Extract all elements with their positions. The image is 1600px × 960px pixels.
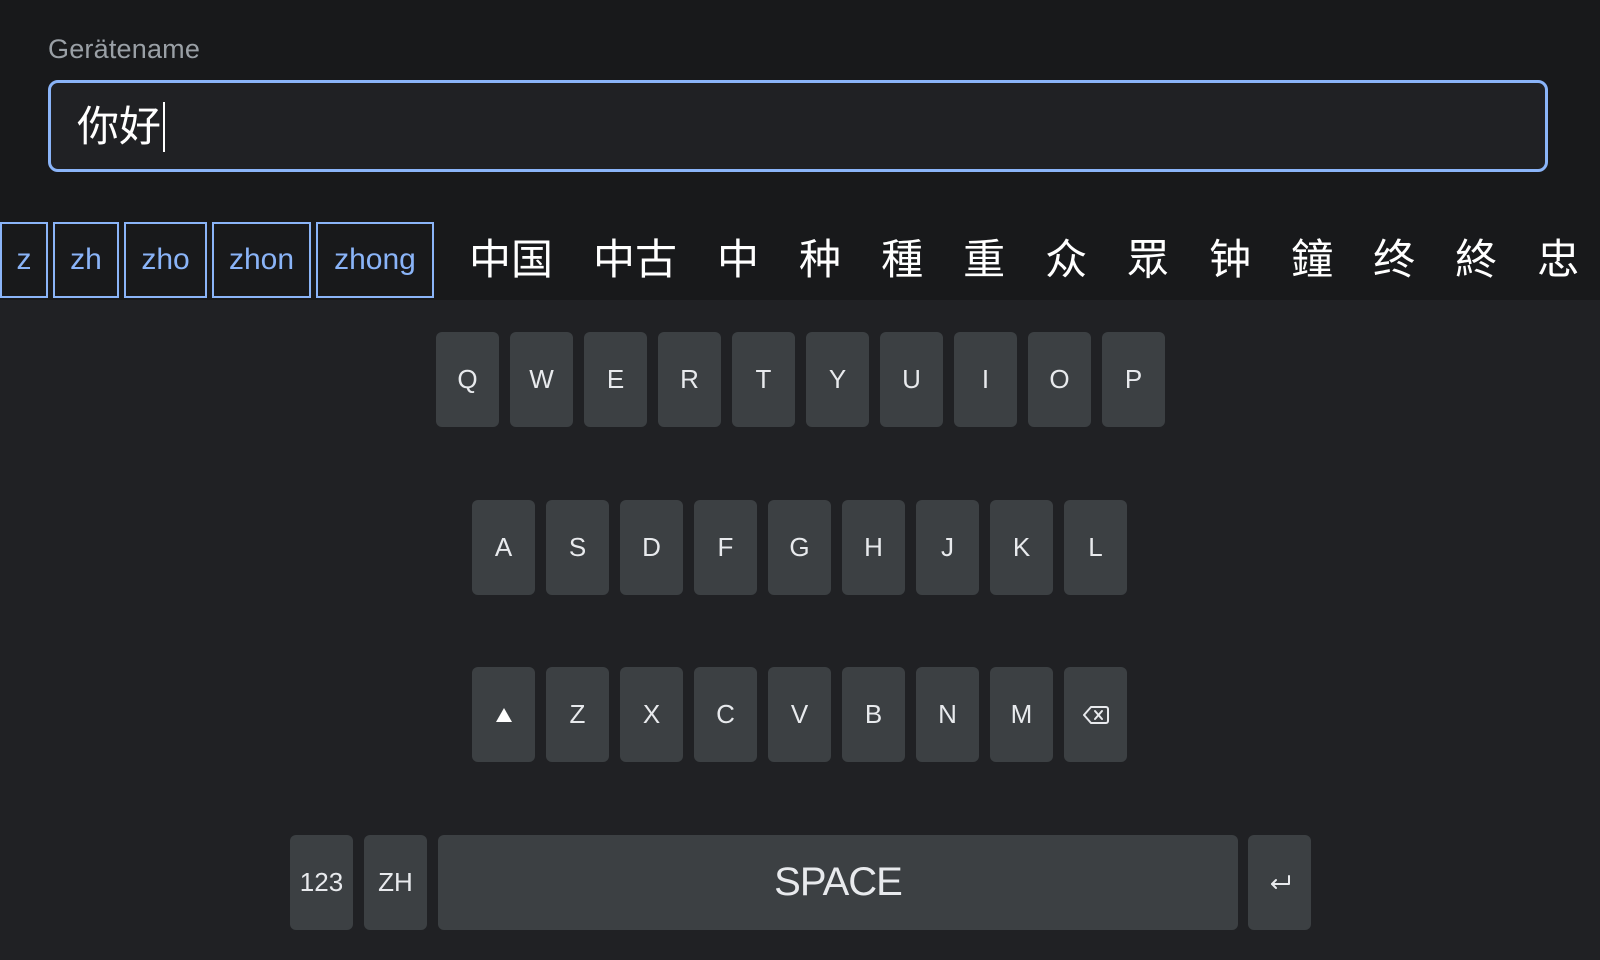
key-b[interactable]: B [842, 667, 905, 762]
text-caret [163, 102, 166, 152]
key-a[interactable]: A [472, 500, 535, 595]
candidate[interactable]: 終 [1455, 222, 1497, 298]
backspace-icon [1082, 705, 1109, 724]
key-y[interactable]: Y [806, 332, 869, 427]
enter-icon [1270, 874, 1290, 889]
candidate[interactable]: 忠 [1537, 222, 1579, 298]
key-q[interactable]: Q [436, 332, 499, 427]
space-key[interactable]: SPACE [438, 835, 1238, 930]
key-m[interactable]: M [990, 667, 1053, 762]
field-label: Gerätename [48, 34, 201, 64]
key-w[interactable]: W [510, 332, 573, 427]
key-u[interactable]: U [880, 332, 943, 427]
candidate[interactable]: 眾 [1127, 222, 1169, 298]
key-v[interactable]: V [768, 667, 831, 762]
key-s[interactable]: S [546, 500, 609, 595]
key-n[interactable]: N [916, 667, 979, 762]
key-r[interactable]: R [658, 332, 721, 427]
backspace-key[interactable] [1064, 667, 1127, 762]
shift-key[interactable] [472, 667, 535, 762]
input-area: Gerätename 你好 z zh zho zhon zhong 中国 中古 … [0, 0, 1600, 300]
key-k[interactable]: K [990, 500, 1053, 595]
enter-key[interactable] [1248, 835, 1311, 930]
candidate[interactable]: 種 [881, 222, 923, 298]
pinyin-chip[interactable]: zh [53, 222, 119, 298]
pinyin-chip[interactable]: zhon [212, 222, 311, 298]
candidate[interactable]: 鐘 [1291, 222, 1333, 298]
key-c[interactable]: C [694, 667, 757, 762]
key-x[interactable]: X [620, 667, 683, 762]
pinyin-chip[interactable]: z [0, 222, 48, 298]
candidate-list: 中国 中古 中 种 種 重 众 眾 钟 鐘 终 終 忠 [469, 222, 1600, 298]
key-d[interactable]: D [620, 500, 683, 595]
key-g[interactable]: G [768, 500, 831, 595]
field-value: 你好 [77, 102, 162, 151]
numbers-key[interactable]: 123 [290, 835, 353, 930]
key-p[interactable]: P [1102, 332, 1165, 427]
shift-icon [495, 707, 512, 722]
candidate[interactable]: 中 [717, 222, 759, 298]
candidate[interactable]: 中国 [469, 222, 553, 298]
candidate[interactable]: 重 [963, 222, 1005, 298]
candidate[interactable]: 种 [799, 222, 841, 298]
suggestion-bar: z zh zho zhon zhong 中国 中古 中 种 種 重 众 眾 钟 … [0, 220, 1600, 300]
key-o[interactable]: O [1028, 332, 1091, 427]
device-name-input[interactable]: 你好 [48, 80, 1548, 172]
key-z[interactable]: Z [546, 667, 609, 762]
key-t[interactable]: T [732, 332, 795, 427]
key-e[interactable]: E [584, 332, 647, 427]
key-i[interactable]: I [954, 332, 1017, 427]
key-f[interactable]: F [694, 500, 757, 595]
key-l[interactable]: L [1064, 500, 1127, 595]
candidate[interactable]: 众 [1045, 222, 1087, 298]
candidate[interactable]: 中古 [593, 222, 677, 298]
field-value-wrap: 你好 [77, 101, 166, 153]
key-h[interactable]: H [842, 500, 905, 595]
pinyin-chip[interactable]: zho [124, 222, 207, 298]
candidate[interactable]: 终 [1373, 222, 1415, 298]
pinyin-chip[interactable]: zhong [316, 222, 434, 298]
virtual-keyboard: Q W E R T Y U I O P A S D F G H J K L Z … [0, 300, 1600, 960]
candidate[interactable]: 钟 [1209, 222, 1251, 298]
key-j[interactable]: J [916, 500, 979, 595]
language-key[interactable]: ZH [364, 835, 427, 930]
